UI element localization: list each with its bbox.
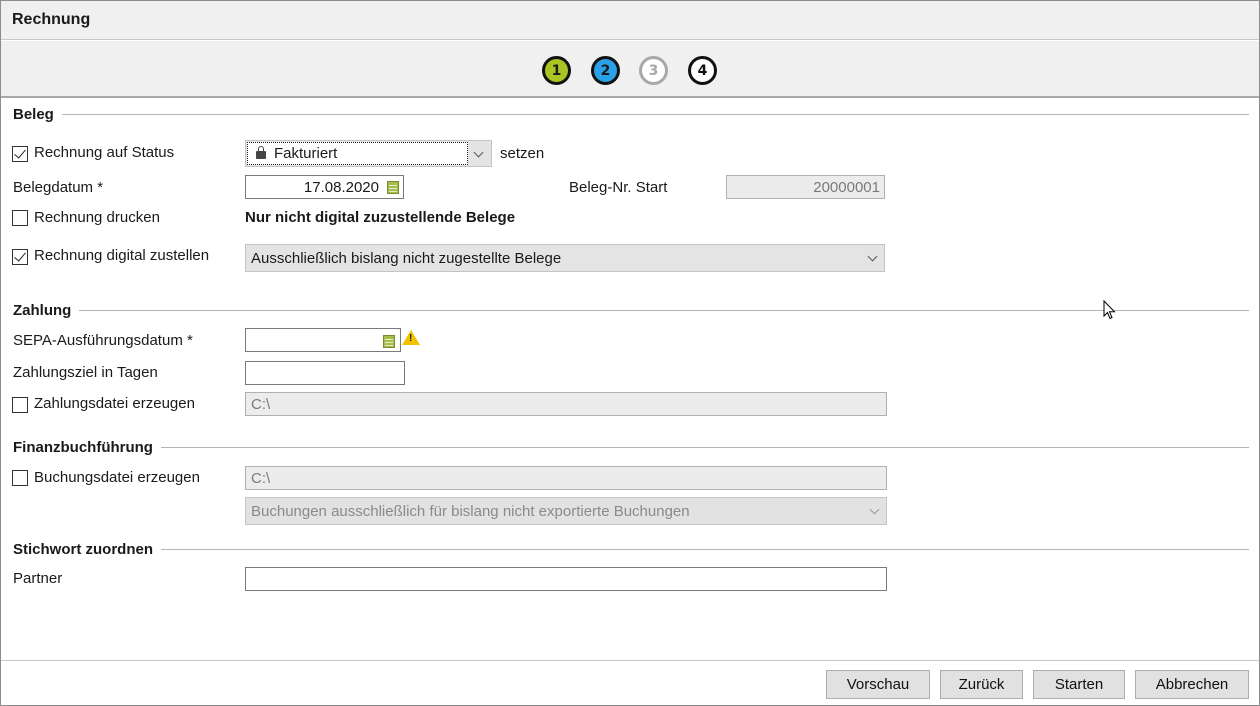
back-button[interactable]: Zurück (940, 670, 1023, 699)
step-2-indicator[interactable]: 2 (591, 56, 620, 85)
preview-button[interactable]: Vorschau (826, 670, 930, 699)
section-divider (13, 447, 1249, 448)
belegdatum-field[interactable]: 17.08.2020 (245, 175, 404, 199)
step-1-indicator[interactable]: 1 (542, 56, 571, 85)
warning-icon-mark: ! (409, 333, 413, 344)
window-title: Rechnung (12, 11, 91, 28)
partner-field[interactable] (245, 567, 887, 591)
section-divider (13, 114, 1249, 115)
title-bar: Rechnung (1, 1, 1259, 40)
beleg-nr-value: 20000001 (813, 179, 880, 196)
chevron-down-icon (869, 504, 880, 515)
buchungsdatei-checkbox[interactable] (12, 470, 28, 486)
step-4-indicator[interactable]: 4 (688, 56, 717, 85)
sepa-label: SEPA-Ausführungsdatum * (13, 332, 193, 349)
partner-label: Partner (13, 570, 63, 587)
drucken-note: Nur nicht digital zuzustellende Belege (245, 209, 516, 226)
digital-checkbox-label: Rechnung digital zustellen (34, 247, 210, 264)
step-3-indicator[interactable]: 3 (639, 56, 668, 85)
zahlungsdatei-path-field[interactable]: C:\ (245, 392, 887, 416)
digital-delivery-select[interactable]: Ausschließlich bislang nicht zugestellte… (245, 244, 885, 272)
buchung-export-value: Buchungen ausschließlich für bislang nic… (251, 503, 690, 520)
belegdatum-value: 17.08.2020 (303, 179, 379, 196)
status-suffix-label: setzen (500, 145, 545, 162)
calendar-icon[interactable] (387, 181, 399, 194)
buchung-export-select[interactable]: Buchungen ausschließlich für bislang nic… (245, 497, 887, 525)
drucken-checkbox-label: Rechnung drucken (34, 209, 160, 226)
drucken-checkbox[interactable] (12, 210, 28, 226)
zahlungsdatei-path-value: C:\ (251, 396, 271, 413)
zahlungsdatei-checkbox[interactable] (12, 397, 28, 413)
calendar-icon[interactable] (383, 335, 395, 348)
start-button[interactable]: Starten (1033, 670, 1125, 699)
chevron-down-icon (473, 147, 484, 158)
status-select-value-box: Fakturiert (247, 142, 468, 165)
buchungsdatei-checkbox-label: Buchungsdatei erzeugen (34, 469, 200, 486)
status-checkbox-label: Rechnung auf Status (34, 144, 175, 161)
section-divider (13, 549, 1249, 550)
section-title-zahlung: Zahlung (13, 302, 80, 319)
digital-delivery-value: Ausschließlich bislang nicht zugestellte… (251, 250, 562, 267)
beleg-nr-field[interactable]: 20000001 (726, 175, 885, 199)
section-title-finanz: Finanzbuchführung (13, 439, 161, 456)
status-select[interactable]: Fakturiert (245, 140, 492, 167)
lock-icon (256, 146, 266, 159)
cancel-button[interactable]: Abbrechen (1135, 670, 1249, 699)
zahlungsziel-label: Zahlungsziel in Tagen (13, 364, 158, 381)
buchungsdatei-path-value: C:\ (251, 470, 271, 487)
beleg-nr-label: Beleg-Nr. Start (569, 179, 668, 196)
chevron-down-icon (867, 251, 878, 262)
section-divider (13, 310, 1249, 311)
zahlungsdatei-checkbox-label: Zahlungsdatei erzeugen (34, 395, 195, 412)
section-title-stichwort: Stichwort zuordnen (13, 541, 161, 558)
footer-divider (1, 660, 1259, 661)
zahlungsziel-field[interactable] (245, 361, 405, 385)
belegdatum-label: Belegdatum * (13, 179, 104, 196)
wizard-steps: 1 2 3 4 (1, 41, 1259, 98)
buchungsdatei-path-field[interactable]: C:\ (245, 466, 887, 490)
status-checkbox[interactable] (12, 146, 28, 162)
status-select-value: Fakturiert (274, 145, 338, 162)
sepa-date-field[interactable] (245, 328, 401, 352)
section-title-beleg: Beleg (13, 106, 62, 123)
invoice-dialog: Rechnung 1 2 3 4 Beleg Rechnung auf Stat… (0, 0, 1260, 706)
digital-checkbox[interactable] (12, 249, 28, 265)
